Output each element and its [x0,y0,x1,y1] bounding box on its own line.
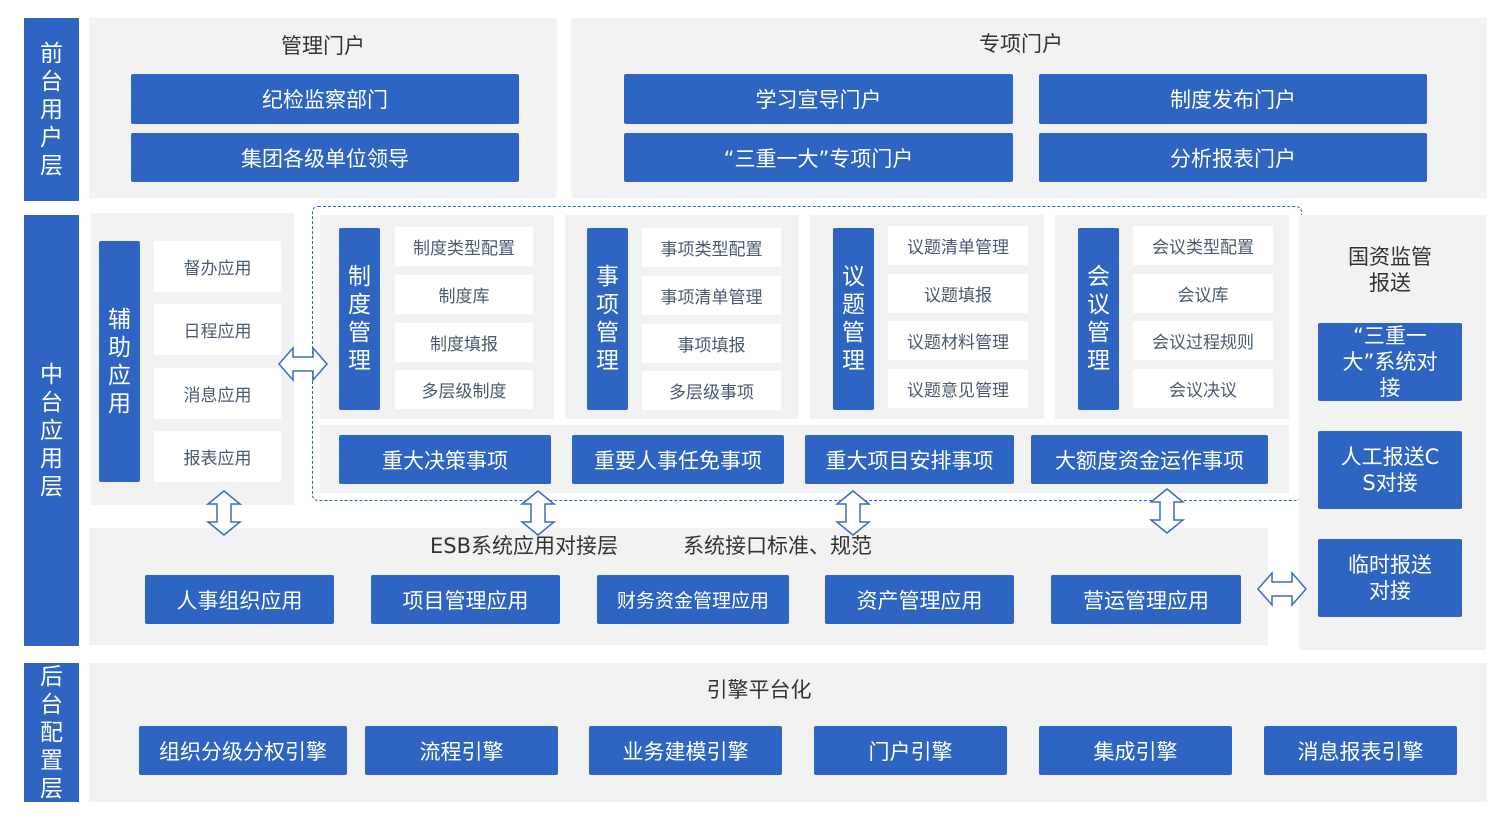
policy-library[interactable]: 制度库 [395,275,533,314]
matter-list-manage[interactable]: 事项清单管理 [642,276,781,315]
special-portal-title: 专项门户 [979,32,1063,56]
module-label-topic: 议题管理 [833,228,874,410]
matter-fill[interactable]: 事项填报 [642,324,781,363]
engine-message-report[interactable]: 消息报表引擎 [1264,726,1457,775]
aux-app-message[interactable]: 消息应用 [154,368,281,419]
matter-type-config[interactable]: 事项类型配置 [642,228,781,267]
matter-major-decision[interactable]: 重大决策事项 [339,435,551,484]
topic-list-manage[interactable]: 议题清单管理 [888,226,1028,265]
topic-material-manage[interactable]: 议题材料管理 [888,321,1028,360]
esb-app-asset[interactable]: 资产管理应用 [825,575,1014,624]
esb-app-finance[interactable]: 财务资金管理应用 [597,575,789,624]
policy-multilevel[interactable]: 多层级制度 [395,370,533,409]
double-arrow-vertical-icon [519,490,557,536]
esb-app-hr-org[interactable]: 人事组织应用 [145,575,334,624]
portal-policy-publish[interactable]: 制度发布门户 [1039,74,1427,124]
policy-type-config[interactable]: 制度类型配置 [395,227,533,266]
double-arrow-horizontal-icon [1257,571,1307,607]
esb-app-operation[interactable]: 营运管理应用 [1051,575,1241,624]
sasac-temporary-dock[interactable]: 临时报送对接 [1318,539,1462,617]
sasac-report-title: 国资监管报送 [1348,245,1432,295]
aux-app-schedule[interactable]: 日程应用 [154,304,281,355]
aux-app-supervise[interactable]: 督办应用 [154,241,281,292]
meeting-resolution[interactable]: 会议决议 [1133,369,1273,408]
esb-app-project[interactable]: 项目管理应用 [371,575,560,624]
policy-fill[interactable]: 制度填报 [395,323,533,362]
portal-discipline-dept[interactable]: 纪检监察部门 [131,74,519,124]
meeting-type-config[interactable]: 会议类型配置 [1133,226,1273,265]
module-label-policy: 制度管理 [339,228,380,410]
meeting-process-rules[interactable]: 会议过程规则 [1133,321,1273,360]
meeting-library[interactable]: 会议库 [1133,274,1273,313]
portal-group-leaders[interactable]: 集团各级单位领导 [131,133,519,182]
portal-analysis-report[interactable]: 分析报表门户 [1039,133,1427,182]
engine-integration[interactable]: 集成引擎 [1039,726,1232,775]
management-portal-title: 管理门户 [281,34,365,58]
double-arrow-vertical-icon [205,490,243,536]
portal-learning[interactable]: 学习宣导门户 [624,74,1013,124]
portal-three-major[interactable]: “三重一大”专项门户 [624,133,1013,182]
matter-large-fund[interactable]: 大额度资金运作事项 [1031,435,1268,484]
matter-major-project[interactable]: 重大项目安排事项 [805,435,1014,484]
engine-platform-title: 引擎平台化 [706,678,812,702]
sasac-three-major-dock[interactable]: “三重一大”系统对接 [1318,323,1462,401]
topic-opinion-manage[interactable]: 议题意见管理 [888,369,1028,408]
engine-org-authority[interactable]: 组织分级分权引擎 [139,726,347,775]
double-arrow-vertical-icon [834,490,872,536]
layer-label-back: 后台配置层 [24,663,79,802]
matter-multilevel[interactable]: 多层级事项 [642,371,781,410]
engine-business-modeling[interactable]: 业务建模引擎 [589,726,782,775]
double-arrow-vertical-icon [1148,488,1186,534]
sasac-manual-cs-dock[interactable]: 人工报送CS对接 [1318,431,1462,509]
module-label-meeting: 会议管理 [1078,228,1119,410]
aux-apps-label: 辅助应用 [99,241,140,482]
engine-portal[interactable]: 门户引擎 [814,726,1007,775]
aux-app-report[interactable]: 报表应用 [154,431,281,482]
topic-fill[interactable]: 议题填报 [888,274,1028,313]
matter-personnel-appointment[interactable]: 重要人事任免事项 [572,435,784,484]
double-arrow-horizontal-icon [278,346,328,382]
engine-workflow[interactable]: 流程引擎 [365,726,558,775]
layer-label-front: 前台用户层 [24,18,79,201]
module-label-matter: 事项管理 [587,228,628,410]
layer-label-middle: 中台应用层 [24,215,79,646]
